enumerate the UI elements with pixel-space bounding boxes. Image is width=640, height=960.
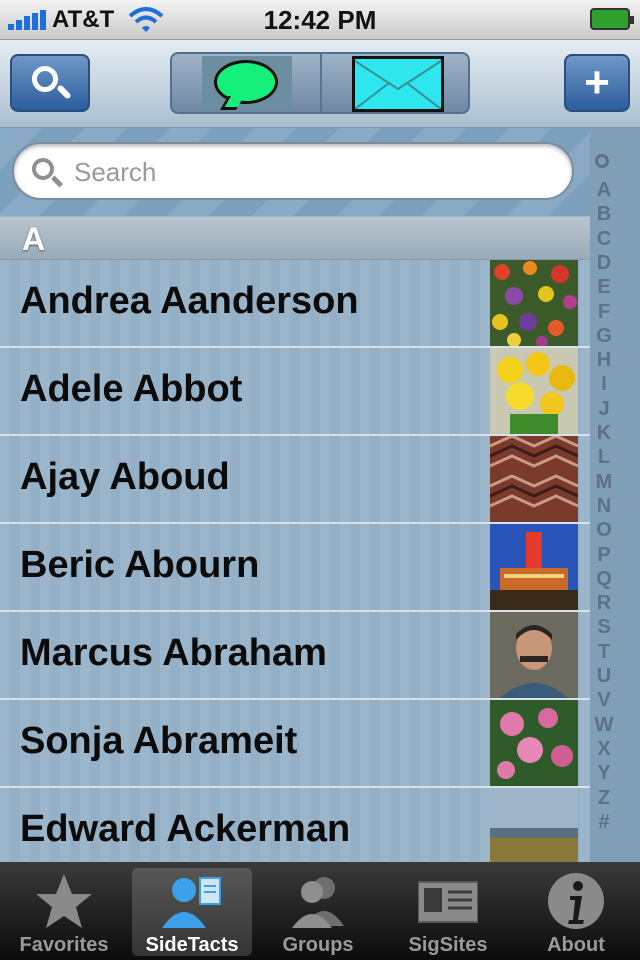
search-field[interactable] [12,142,574,200]
index-letter-q[interactable]: Q [590,567,618,591]
message-bubble-icon [214,60,278,104]
contact-list: Andrea Aanderson Adele Abbot Ajay Aboud … [0,260,590,862]
index-letter-g[interactable]: G [590,324,618,348]
contact-name: Edward Ackerman [20,808,351,850]
index-letter-d[interactable]: D [590,251,618,275]
star-icon [36,874,92,928]
tab-label: SideTacts [145,934,239,956]
plus-icon: + [584,58,610,107]
contact-row[interactable]: Adele Abbot [0,348,590,436]
contact-row[interactable]: Edward Ackerman [0,788,590,862]
index-letter-t[interactable]: T [590,640,618,664]
group-icon [292,877,344,928]
tab-groups[interactable]: Groups [258,868,378,956]
contact-row[interactable]: Ajay Aboud [0,436,590,524]
index-letter-y[interactable]: Y [590,761,618,785]
contact-row[interactable]: Beric Abourn [0,524,590,612]
index-letter-o[interactable]: O [590,518,618,542]
contact-name: Sonja Abrameit [20,720,298,762]
segment-divider [320,54,322,112]
index-letter-u[interactable]: U [590,664,618,688]
tab-sidetacts[interactable]: SideTacts [132,868,252,956]
section-letter: A [22,221,46,257]
magnifier-icon [32,66,58,92]
tower-night-photo [490,524,578,610]
portrait-photo [490,612,578,698]
person-card-icon [162,877,221,928]
rug-pattern-photo [490,436,578,522]
index-letter-j[interactable]: J [590,397,618,421]
index-letter-x[interactable]: X [590,737,618,761]
battery-icon [590,8,634,30]
search-bar [0,128,590,216]
add-contact-button[interactable]: + [564,54,630,112]
search-button[interactable] [10,54,90,112]
contact-name: Andrea Aanderson [20,280,359,322]
search-icon [32,158,54,180]
landscape-photo [490,788,578,862]
index-letter-v[interactable]: V [590,688,618,712]
tab-favorites[interactable]: Favorites [4,868,124,956]
contact-name: Beric Abourn [20,544,260,586]
index-letter-l[interactable]: L [590,445,618,469]
flowers-photo [490,260,578,346]
index-letter-n[interactable]: N [590,494,618,518]
tab-label: Favorites [19,934,109,956]
tab-bar: Favorites SideTacts Groups SigSites Abou… [0,862,640,960]
alphabet-index[interactable]: A B C D E F G H I J K L M N O P Q R S T U V W X Y Z # [590,128,640,862]
contact-name: Marcus Abraham [20,632,327,674]
pink-flowers-photo [490,700,578,786]
index-letter-h[interactable]: H [590,348,618,372]
index-search-icon[interactable] [595,154,609,168]
index-letter-b[interactable]: B [590,202,618,226]
message-segment[interactable] [202,56,292,110]
contact-row[interactable]: Marcus Abraham [0,612,590,700]
index-letter-k[interactable]: K [590,421,618,445]
contact-row[interactable]: Andrea Aanderson [0,260,590,348]
index-letter-e[interactable]: E [590,275,618,299]
index-letter-s[interactable]: S [590,615,618,639]
index-letter-i[interactable]: I [590,372,618,396]
top-toolbar: + [0,40,640,128]
search-input[interactable] [74,154,554,190]
tab-sigsites[interactable]: SigSites [388,868,508,956]
tab-label: About [547,934,605,956]
tab-about[interactable]: About [516,868,636,956]
index-letter-m[interactable]: M [590,470,618,494]
section-header: A [0,216,590,260]
envelope-icon [355,60,441,109]
yellow-flowers-photo [490,348,578,434]
contact-name: Ajay Aboud [20,456,230,498]
info-icon [548,873,604,929]
status-time: 12:42 PM [263,5,377,35]
index-letter-z[interactable]: Z [590,786,618,810]
id-card-icon [418,881,478,923]
index-letter-hash[interactable]: # [590,810,618,834]
tab-label: Groups [282,934,354,956]
index-letter-w[interactable]: W [590,713,618,737]
contact-name: Adele Abbot [20,368,243,410]
tab-label: SigSites [408,934,488,956]
status-bar: AT&T 12:42 PM [0,0,640,40]
index-letter-c[interactable]: C [590,227,618,251]
contact-row[interactable]: Sonja Abrameit [0,700,590,788]
compose-segmented-control [170,52,470,114]
email-segment[interactable] [352,56,444,112]
index-letter-f[interactable]: F [590,300,618,324]
index-letter-p[interactable]: P [590,543,618,567]
index-letter-r[interactable]: R [590,591,618,615]
index-letter-a[interactable]: A [590,178,618,202]
